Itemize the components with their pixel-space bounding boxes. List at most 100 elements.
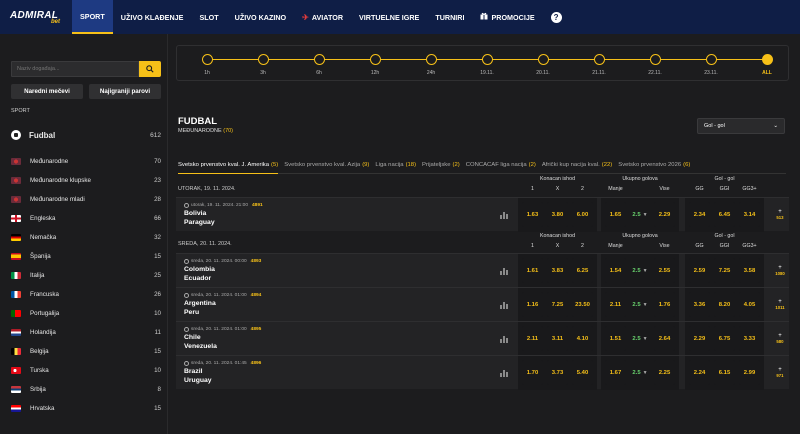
more-markets-button[interactable]: +513	[772, 202, 788, 227]
odd-o1[interactable]: 2.11	[522, 326, 543, 351]
home-team[interactable]: Brazil	[184, 368, 203, 375]
match-row[interactable]: utorak, 19. 11. 2024. 21:00 4891 Bolivia Pa…	[176, 197, 789, 232]
league-tab[interactable]: Svetsko prvenstvo 2026 (6)	[618, 156, 690, 174]
away-team[interactable]: Venezuela	[184, 343, 217, 350]
timeline-label[interactable]: 1h	[192, 70, 222, 76]
sidebar-item-league[interactable]: Turska 10	[11, 361, 161, 380]
odd-manje[interactable]: 1.65	[605, 202, 626, 227]
timeline-point[interactable]	[705, 54, 717, 65]
nav-sport[interactable]: SPORT	[72, 0, 113, 34]
odd-gg3[interactable]: 2.99	[739, 360, 760, 385]
timeline-point[interactable]	[761, 54, 773, 65]
league-tab[interactable]: Svetsko prvenstvo kval. Azija (9)	[284, 156, 369, 174]
odd-ox[interactable]: 3.11	[547, 326, 568, 351]
odd-vise[interactable]: 2.55	[654, 258, 675, 283]
sidebar-item-league[interactable]: Francuska 26	[11, 285, 161, 304]
odd-ggi[interactable]: 6.75	[714, 326, 735, 351]
sidebar-item-league[interactable]: Međunarodne mladi 28	[11, 190, 161, 209]
timeline-point[interactable]	[369, 54, 381, 65]
sidebar-item-league[interactable]: Srbija 8	[11, 380, 161, 399]
match-row[interactable]: sreda, 20. 11. 2024. 01:00 4895 Chile Venez…	[176, 321, 789, 356]
league-tab[interactable]: CONCACAF liga nacija (2)	[466, 156, 536, 174]
nav-promotions[interactable]: PROMOCIJE	[472, 0, 542, 34]
odd-gg[interactable]: 3.36	[689, 292, 710, 317]
nav-slot[interactable]: SLOT	[191, 0, 226, 34]
goal-line-select[interactable]: 2.5 ▼	[628, 360, 652, 385]
more-markets-button[interactable]: +1011	[772, 292, 788, 317]
odd-gg3[interactable]: 4.05	[739, 292, 760, 317]
search-input[interactable]	[11, 61, 139, 77]
sidebar-item-league[interactable]: Hrvatska 15	[11, 399, 161, 418]
timeline-point[interactable]	[201, 54, 213, 65]
odd-o2[interactable]: 4.10	[572, 326, 593, 351]
match-row[interactable]: sreda, 20. 11. 2024. 01:45 4896 Brazil Urug…	[176, 355, 789, 390]
timeline-label[interactable]: 24h	[416, 70, 446, 76]
sidebar-item-league[interactable]: Španija 15	[11, 247, 161, 266]
timeline-point[interactable]	[425, 54, 437, 65]
more-markets-button[interactable]: +580	[772, 326, 788, 351]
sidebar-item-league[interactable]: Engleska 66	[11, 209, 161, 228]
odd-ox[interactable]: 7.25	[547, 292, 568, 317]
odd-manje[interactable]: 1.51	[605, 326, 626, 351]
odd-o2[interactable]: 5.40	[572, 360, 593, 385]
goal-line-select[interactable]: 2.5 ▼	[628, 292, 652, 317]
timeline-label[interactable]: 6h	[304, 70, 334, 76]
home-team[interactable]: Bolivia	[184, 210, 206, 217]
home-team[interactable]: Chile	[184, 334, 201, 341]
market-select[interactable]: Gol - gol ⌄	[697, 118, 785, 134]
nav-aviator[interactable]: ✈ AVIATOR	[294, 0, 351, 34]
timeline-point[interactable]	[481, 54, 493, 65]
odd-ggi[interactable]: 6.45	[714, 202, 735, 227]
odd-gg3[interactable]: 3.14	[739, 202, 760, 227]
timeline-point[interactable]	[313, 54, 325, 65]
sidebar-item-league[interactable]: Holandija 11	[11, 323, 161, 342]
sidebar-item-league[interactable]: Međunarodne 70	[11, 152, 161, 171]
goal-line-select[interactable]: 2.5 ▼	[628, 326, 652, 351]
home-team[interactable]: Colombia	[184, 266, 215, 273]
statistics-icon[interactable]	[500, 211, 508, 219]
odd-gg[interactable]: 2.59	[689, 258, 710, 283]
odd-o1[interactable]: 1.16	[522, 292, 543, 317]
away-team[interactable]: Uruguay	[184, 377, 212, 384]
logo[interactable]: ADMIRAL bet	[0, 0, 72, 34]
sidebar-item-league[interactable]: Portugalija 10	[11, 304, 161, 323]
sidebar-item-league[interactable]: Nemačka 32	[11, 228, 161, 247]
odd-manje[interactable]: 1.54	[605, 258, 626, 283]
odd-gg[interactable]: 2.34	[689, 202, 710, 227]
odd-o2[interactable]: 23.50	[572, 292, 593, 317]
odd-o1[interactable]: 1.70	[522, 360, 543, 385]
nav-live-casino[interactable]: UŽIVO KAZINO	[227, 0, 295, 34]
sidebar-item-fudbal[interactable]: Fudbal 612	[11, 130, 161, 140]
search-button[interactable]	[139, 61, 161, 77]
odd-ggi[interactable]: 6.15	[714, 360, 735, 385]
more-markets-button[interactable]: +971	[772, 360, 788, 385]
statistics-icon[interactable]	[500, 335, 508, 343]
timeline-label[interactable]: ALL	[752, 70, 782, 76]
timeline-label[interactable]: 20.11.	[528, 70, 558, 76]
odd-gg[interactable]: 2.24	[689, 360, 710, 385]
timeline-label[interactable]: 12h	[360, 70, 390, 76]
odd-gg3[interactable]: 3.58	[739, 258, 760, 283]
match-row[interactable]: sreda, 20. 11. 2024. 00:00 4893 Colombia Ec…	[176, 253, 789, 288]
away-team[interactable]: Paraguay	[184, 219, 215, 226]
odd-vise[interactable]: 2.29	[654, 202, 675, 227]
timeline-point[interactable]	[593, 54, 605, 65]
match-row[interactable]: sreda, 20. 11. 2024. 01:00 4894 Argentina P…	[176, 287, 789, 322]
odd-gg[interactable]: 2.29	[689, 326, 710, 351]
odd-o2[interactable]: 6.00	[572, 202, 593, 227]
timeline-point[interactable]	[257, 54, 269, 65]
statistics-icon[interactable]	[500, 301, 508, 309]
next-matches-button[interactable]: Naredni mečevi	[11, 84, 83, 99]
league-tab[interactable]: Liga nacija (18)	[375, 156, 416, 174]
sidebar-item-league[interactable]: Italija 25	[11, 266, 161, 285]
statistics-icon[interactable]	[500, 267, 508, 275]
more-markets-button[interactable]: +1080	[772, 258, 788, 283]
sidebar-item-league[interactable]: Međunarodne klupske 23	[11, 171, 161, 190]
odd-o1[interactable]: 1.63	[522, 202, 543, 227]
timeline-point[interactable]	[649, 54, 661, 65]
odd-vise[interactable]: 2.25	[654, 360, 675, 385]
help-icon[interactable]: ?	[550, 11, 562, 23]
league-tab[interactable]: Afrički kup nacija kval. (22)	[542, 156, 612, 174]
nav-tournaments[interactable]: TURNIRI	[427, 0, 472, 34]
odd-ggi[interactable]: 7.25	[714, 258, 735, 283]
